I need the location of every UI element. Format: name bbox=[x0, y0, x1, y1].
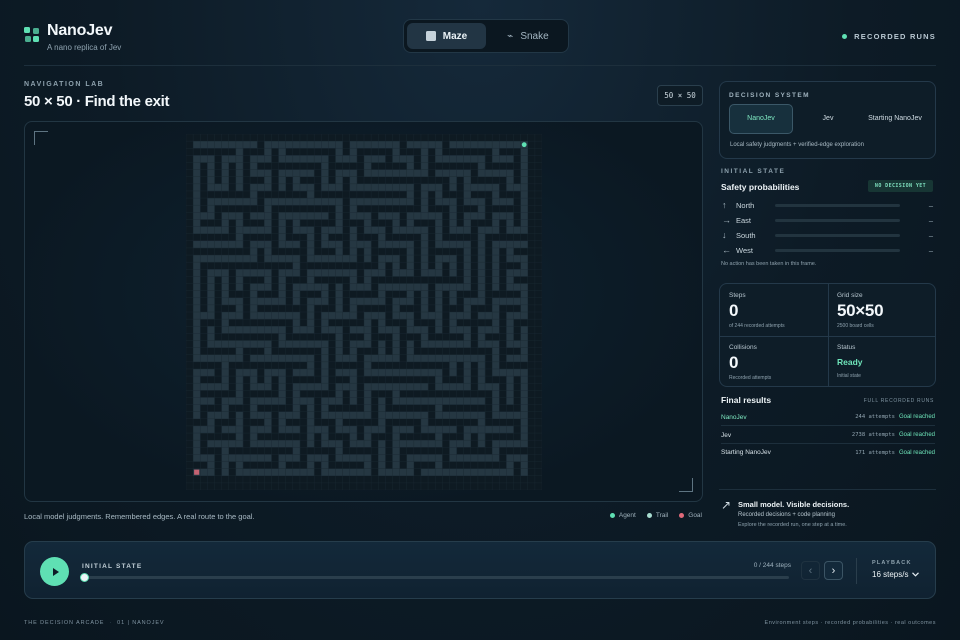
direction-row-east: → East – bbox=[722, 214, 935, 226]
mode-switch: Maze ⌁ Snake bbox=[403, 19, 569, 53]
grid-size-chip: 50 × 50 bbox=[657, 85, 703, 106]
decision-system-card: DECISION SYSTEM NanoJev Jev Starting Nan… bbox=[719, 81, 936, 159]
trail-dot-icon bbox=[646, 513, 652, 518]
status-dot-icon bbox=[842, 34, 848, 39]
direction-name: East bbox=[736, 215, 752, 225]
stat-status: Status Ready Initial state bbox=[837, 344, 937, 379]
brand-name: NanoJev bbox=[47, 22, 113, 39]
goal-dot-icon bbox=[679, 513, 685, 518]
final-results-subtitle: FULL RECORDED RUNS bbox=[863, 398, 934, 404]
maze-legend: Agent Trail Goal bbox=[609, 512, 702, 519]
stat-steps: Steps 0 of 244 recorded attempts bbox=[729, 292, 785, 329]
next-step-button[interactable]: › bbox=[824, 561, 843, 580]
recorded-runs-link[interactable]: RECORDED RUNS bbox=[842, 32, 936, 41]
agent-marker bbox=[521, 142, 527, 148]
mode-maze-label: Maze bbox=[442, 30, 468, 42]
arrow-up-icon: ↑ bbox=[722, 200, 727, 210]
direction-value: – bbox=[928, 245, 933, 255]
brand-logo-icon bbox=[24, 27, 40, 43]
arrow-down-icon: ↓ bbox=[722, 230, 727, 240]
decision-option-starting-nanojev[interactable]: Starting NanoJev bbox=[863, 104, 927, 134]
footer-left: THE DECISION ARCADE · 01 | NANOJEV bbox=[24, 620, 165, 626]
direction-value: – bbox=[928, 230, 933, 240]
chevron-down-icon bbox=[912, 572, 920, 577]
final-results-title: Final results bbox=[721, 395, 772, 405]
playback-progress-text: 0 / 244 steps bbox=[753, 562, 791, 569]
header-divider bbox=[24, 65, 936, 66]
stat-grid-size: Grid size 50×50 2500 board cells bbox=[837, 292, 884, 329]
result-row[interactable]: NanoJev 244 attempts Goal reached bbox=[721, 409, 935, 426]
footer-right: Environment steps · recorded probabiliti… bbox=[764, 620, 936, 626]
agent-dot-icon bbox=[609, 513, 615, 518]
legend-trail: Trail bbox=[646, 512, 668, 519]
direction-row-west: ← West – bbox=[722, 244, 935, 256]
mode-snake-label: Snake bbox=[520, 30, 549, 42]
maze-panel bbox=[24, 121, 703, 502]
probability-bar bbox=[775, 203, 900, 207]
recorded-runs-label: RECORDED RUNS bbox=[854, 32, 936, 41]
playback-bar: INITIAL STATE 0 / 244 steps ‹ › PLAYBACK… bbox=[24, 541, 936, 599]
legend-goal: Goal bbox=[679, 512, 702, 519]
maze-board bbox=[186, 134, 542, 490]
direction-value: – bbox=[928, 200, 933, 210]
chevron-right-icon: › bbox=[831, 564, 836, 577]
arrow-up-right-icon: ↗ bbox=[721, 498, 732, 512]
no-action-note: No action has been taken in this frame. bbox=[721, 261, 817, 267]
no-decision-badge: NO DECISION YET bbox=[868, 180, 933, 192]
status-badge: Ready bbox=[837, 357, 863, 367]
goal-marker bbox=[194, 469, 200, 475]
direction-row-north: ↑ North – bbox=[722, 199, 935, 211]
probability-bar bbox=[775, 218, 900, 222]
corner-bracket-icon bbox=[679, 478, 693, 492]
arrow-right-icon: → bbox=[722, 215, 731, 225]
speed-value: 16 steps/s bbox=[872, 570, 909, 579]
promo-title: Small model. Visible decisions. bbox=[738, 500, 850, 509]
arrow-left-icon: ← bbox=[722, 245, 731, 255]
progress-thumb[interactable] bbox=[80, 573, 89, 582]
playback-state-label: INITIAL STATE bbox=[82, 563, 143, 570]
probability-bar bbox=[775, 248, 900, 252]
progress-track[interactable] bbox=[85, 576, 789, 579]
decision-system-label: DECISION SYSTEM bbox=[729, 92, 810, 99]
result-row[interactable]: Starting NanoJev 171 attempts Goal reach… bbox=[721, 444, 935, 461]
direction-name: North bbox=[736, 200, 755, 210]
play-button[interactable] bbox=[40, 557, 69, 586]
direction-value: – bbox=[928, 215, 933, 225]
promo-line2: Explore the recorded run, one step at a … bbox=[738, 522, 847, 528]
playback-label: PLAYBACK bbox=[872, 560, 912, 566]
sidebar-divider bbox=[719, 489, 936, 490]
chevron-left-icon: ‹ bbox=[808, 564, 813, 577]
corner-bracket-icon bbox=[34, 131, 48, 145]
result-row[interactable]: Jev 2738 attempts Goal reached bbox=[721, 427, 935, 444]
mode-maze-button[interactable]: Maze bbox=[407, 23, 486, 49]
decision-system-note: Local safety judgments + verified-edge e… bbox=[730, 142, 864, 148]
brand-tagline: A nano replica of Jev bbox=[47, 43, 122, 52]
lab-caption: Local model judgments. Remembered edges.… bbox=[24, 512, 255, 521]
safety-title: Safety probabilities bbox=[721, 182, 800, 192]
prev-step-button[interactable]: ‹ bbox=[801, 561, 820, 580]
decision-option-jev[interactable]: Jev bbox=[796, 104, 860, 134]
probability-bar bbox=[775, 233, 900, 237]
lab-title: 50 × 50 · Find the exit bbox=[24, 93, 170, 110]
stats-grid: Steps 0 of 244 recorded attempts Grid si… bbox=[719, 283, 936, 387]
speed-select[interactable]: 16 steps/s bbox=[872, 570, 920, 579]
direction-row-south: ↓ South – bbox=[722, 229, 935, 241]
state-eyebrow: INITIAL STATE bbox=[721, 168, 786, 175]
direction-name: West bbox=[736, 245, 753, 255]
square-icon bbox=[425, 31, 436, 41]
decision-option-nanojev[interactable]: NanoJev bbox=[729, 104, 793, 134]
lab-eyebrow: NAVIGATION LAB bbox=[24, 81, 105, 88]
snake-icon: ⌁ bbox=[507, 30, 514, 42]
direction-name: South bbox=[736, 230, 756, 240]
play-icon bbox=[52, 567, 59, 576]
legend-agent: Agent bbox=[609, 512, 636, 519]
mode-snake-button[interactable]: ⌁ Snake bbox=[489, 23, 567, 49]
stat-collisions: Collisions 0 Recorded attempts bbox=[729, 344, 772, 381]
promo-line1: Recorded decisions + code planning bbox=[738, 512, 835, 518]
